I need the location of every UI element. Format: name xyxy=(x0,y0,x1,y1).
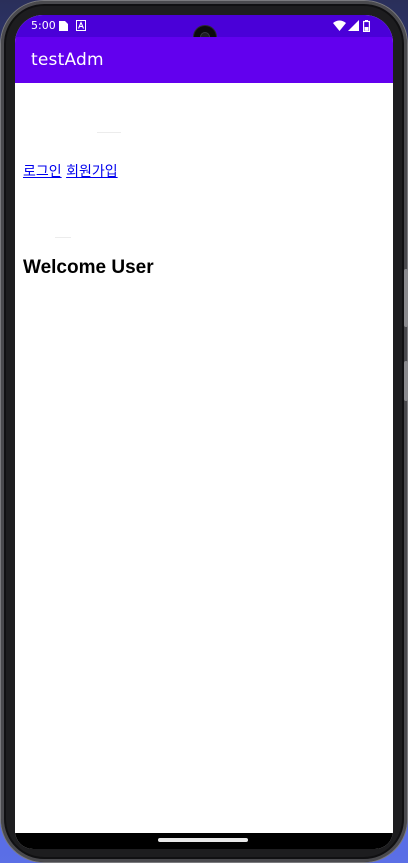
divider xyxy=(97,132,121,133)
signup-link[interactable]: 회원가입 xyxy=(66,164,118,180)
welcome-heading: Welcome User xyxy=(23,257,154,278)
navigation-bar xyxy=(15,833,393,849)
sim-card-icon xyxy=(59,20,68,34)
auth-links: 로그인 회원가입 xyxy=(23,161,118,181)
status-time: 5:00 xyxy=(31,19,56,32)
phone-frame: 5:00 testAdm 로그인 회원가입 Welcome User xyxy=(0,0,408,863)
app-bar: testAdm xyxy=(15,37,393,83)
phone-screen: 5:00 testAdm 로그인 회원가입 Welcome User xyxy=(15,15,393,849)
battery-icon xyxy=(363,20,371,35)
signal-icon xyxy=(348,20,359,34)
app-title: testAdm xyxy=(31,50,104,70)
volume-button xyxy=(404,269,408,327)
login-link[interactable]: 로그인 xyxy=(23,164,62,180)
accessibility-icon xyxy=(76,20,86,34)
web-content: 로그인 회원가입 Welcome User xyxy=(15,83,393,833)
divider xyxy=(55,237,71,238)
home-gesture-handle[interactable] xyxy=(158,838,248,842)
wifi-icon xyxy=(333,20,346,34)
power-button xyxy=(404,361,408,401)
